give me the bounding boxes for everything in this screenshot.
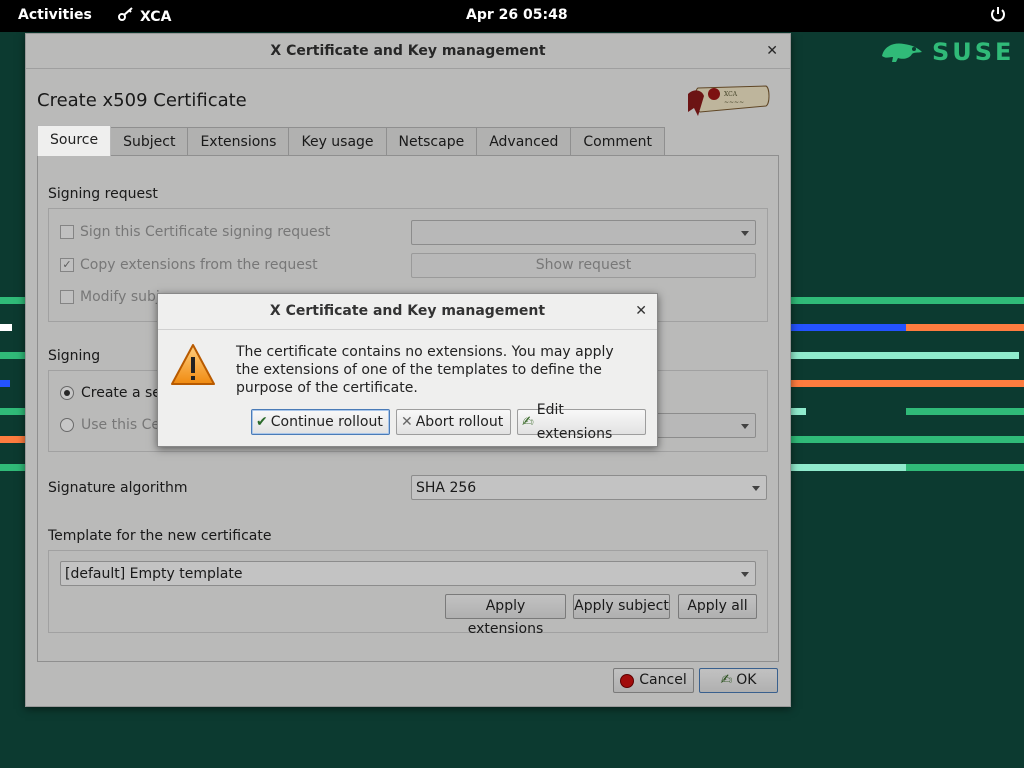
abort-rollout-label: Abort rollout: [415, 414, 504, 430]
tab-source[interactable]: Source: [37, 125, 112, 156]
dialog-title: X Certificate and Key management: [158, 294, 657, 330]
app-menu[interactable]: XCA: [118, 7, 171, 25]
warning-icon: [170, 343, 216, 387]
activities-button[interactable]: Activities: [18, 7, 92, 23]
brand-text: SUSE: [932, 38, 1015, 66]
dialog-message: The certificate contains no extensions. …: [236, 344, 614, 396]
abort-rollout-button[interactable]: ✕ Abort rollout: [396, 409, 511, 435]
edit-extensions-button[interactable]: ✍ Edit extensions: [517, 402, 646, 442]
checkmark-icon: ✔: [256, 414, 268, 430]
clock[interactable]: Apr 26 05:48: [466, 7, 568, 23]
continue-rollout-button[interactable]: ✔ Continue rollout: [251, 409, 390, 435]
close-icon: ✕: [401, 414, 413, 430]
suse-logo: SUSE: [880, 38, 1014, 66]
chameleon-icon: [882, 43, 922, 62]
app-name: XCA: [140, 9, 172, 25]
top-bar: Activities XCA Apr 26 05:48: [0, 0, 1024, 32]
key-icon: [118, 7, 134, 25]
power-icon[interactable]: [989, 5, 1007, 25]
dialog-close-icon[interactable]: ✕: [635, 294, 647, 329]
edit-extensions-label: Edit extensions: [536, 402, 613, 442]
no-extensions-dialog: X Certificate and Key management ✕ The c…: [157, 293, 658, 447]
continue-rollout-label: Continue rollout: [270, 414, 383, 430]
pen-icon: ✍: [522, 414, 534, 430]
